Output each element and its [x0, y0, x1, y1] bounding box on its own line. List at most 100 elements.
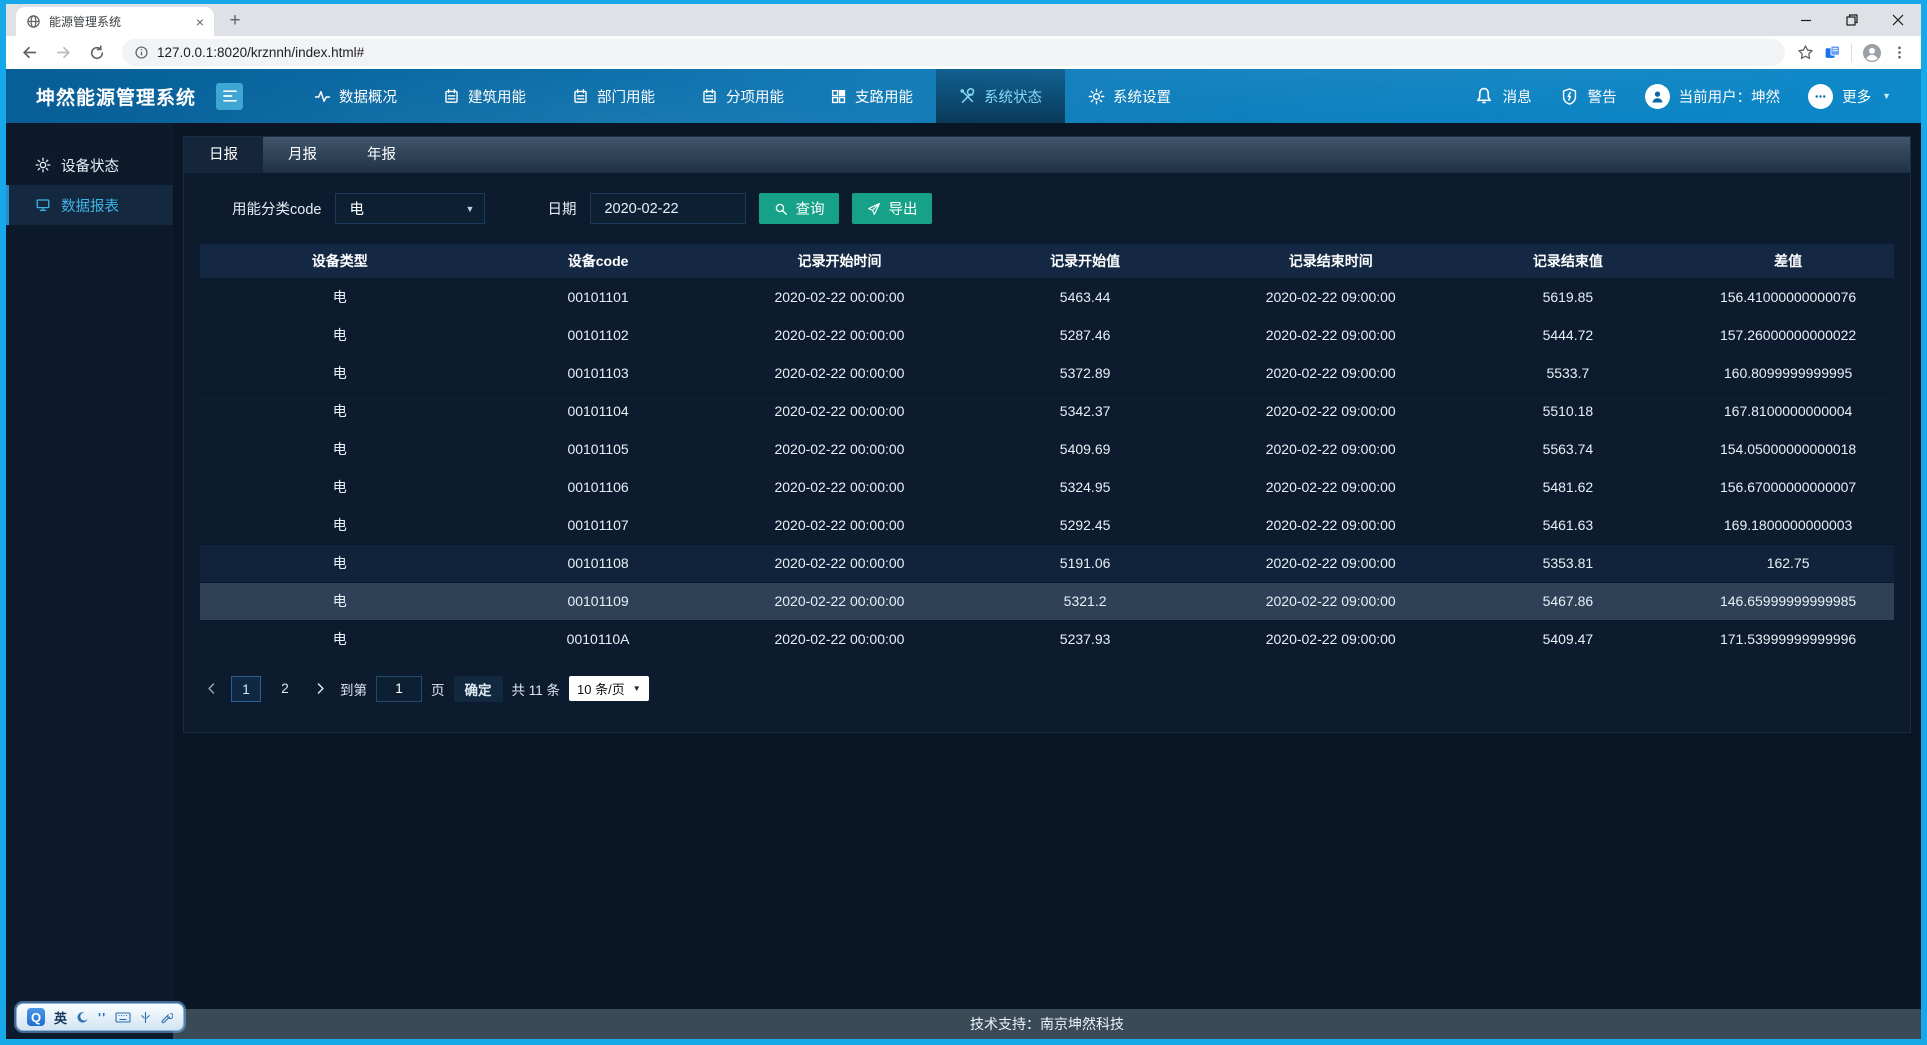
footer-text: 技术支持：南京坤然科技: [970, 1014, 1124, 1034]
extension-icon[interactable]: [1824, 44, 1841, 61]
table-cell: 5467.86: [1454, 582, 1683, 620]
table-cell: 电: [200, 430, 480, 468]
sidebar-toggle-button[interactable]: [216, 83, 243, 110]
browser-tab[interactable]: 能源管理系统 ×: [16, 7, 214, 36]
wrench-icon[interactable]: [160, 1011, 173, 1024]
menu-item-system-status[interactable]: 系统状态: [936, 69, 1065, 123]
current-user-label: 当前用户：坤然: [1679, 86, 1781, 107]
table-cell: 2020-02-22 00:00:00: [717, 354, 963, 392]
export-button[interactable]: 导出: [852, 193, 932, 224]
table-cell: 电: [200, 278, 480, 316]
grid-squares-icon: [830, 88, 847, 105]
table-row[interactable]: 电001011052020-02-22 00:00:005409.692020-…: [200, 430, 1894, 468]
forward-icon[interactable]: [50, 40, 76, 66]
menu-item-subitem-energy[interactable]: 分项用能: [678, 69, 807, 123]
menu-label: 支路用能: [855, 86, 913, 107]
column-header: 记录结束值: [1454, 244, 1683, 278]
menu-item-department-energy[interactable]: 部门用能: [549, 69, 678, 123]
back-icon[interactable]: [16, 40, 42, 66]
menu-item-data-overview[interactable]: 数据概况: [291, 69, 420, 123]
table-row[interactable]: 电001011062020-02-22 00:00:005324.952020-…: [200, 468, 1894, 506]
alerts-button[interactable]: 警告: [1560, 86, 1617, 107]
globe-icon: [26, 14, 41, 29]
search-button[interactable]: 查询: [759, 193, 839, 224]
table-cell: 5444.72: [1454, 316, 1683, 354]
page-number-2[interactable]: 2: [270, 676, 300, 702]
alerts-label: 警告: [1588, 86, 1617, 107]
clipboard-icon: [701, 88, 718, 105]
goto-page-input[interactable]: [376, 676, 422, 702]
page-number-1[interactable]: 1: [231, 676, 261, 702]
messages-label: 消息: [1503, 86, 1532, 107]
app-title: 坤然能源管理系统: [6, 69, 216, 123]
qq-input-icon[interactable]: Q: [27, 1008, 45, 1026]
table-cell: 146.65999999999985: [1682, 582, 1894, 620]
table-cell: 5321.2: [962, 582, 1208, 620]
menu-label: 建筑用能: [468, 86, 526, 107]
window-close-button[interactable]: [1875, 4, 1921, 36]
window-restore-button[interactable]: [1829, 4, 1875, 36]
keyboard-icon[interactable]: [115, 1011, 131, 1024]
sidebar-item-device-status[interactable]: 设备状态: [6, 145, 173, 185]
table-cell: 2020-02-22 00:00:00: [717, 316, 963, 354]
bookmark-star-icon[interactable]: [1797, 44, 1814, 61]
menu-item-building-energy[interactable]: 建筑用能: [420, 69, 549, 123]
sidebar-item-data-report[interactable]: 数据报表: [6, 185, 173, 225]
new-tab-button[interactable]: +: [222, 8, 248, 34]
language-mode-label[interactable]: 英: [54, 1008, 67, 1027]
table-cell: 2020-02-22 09:00:00: [1208, 582, 1454, 620]
table-cell: 00101109: [480, 582, 717, 620]
messages-button[interactable]: 消息: [1474, 86, 1532, 107]
menu-item-system-settings[interactable]: 系统设置: [1065, 69, 1194, 123]
mode-toggle-icon[interactable]: [140, 1011, 151, 1024]
table-cell: 2020-02-22 09:00:00: [1208, 430, 1454, 468]
page-size-select[interactable]: 10 条/页 ▼: [569, 676, 649, 701]
more-button[interactable]: 更多 ▼: [1808, 84, 1891, 109]
table-cell: 5563.74: [1454, 430, 1683, 468]
tab-close-icon[interactable]: ×: [196, 14, 204, 30]
tab-yearly-report[interactable]: 年报: [342, 137, 421, 173]
table-cell: 2020-02-22 00:00:00: [717, 620, 963, 658]
sidebar-item-label: 数据报表: [61, 195, 119, 216]
prev-page-icon[interactable]: [200, 676, 222, 702]
pagination: 1 2 到第 页 确定 共 11 条 10 条/页 ▼: [200, 676, 1894, 702]
table-cell: 电: [200, 468, 480, 506]
site-info-icon[interactable]: [134, 45, 149, 60]
menu-item-branch-energy[interactable]: 支路用能: [807, 69, 936, 123]
date-input[interactable]: [590, 193, 746, 224]
page-unit-label: 页: [431, 679, 445, 699]
next-page-icon[interactable]: [309, 676, 331, 702]
table-cell: 156.41000000000076: [1682, 278, 1894, 316]
table-row[interactable]: 电001011042020-02-22 00:00:005342.372020-…: [200, 392, 1894, 430]
toolbar-divider: [1851, 44, 1852, 62]
reload-icon[interactable]: [84, 40, 110, 66]
table-cell: 00101103: [480, 354, 717, 392]
table-row[interactable]: 电0010110A2020-02-22 00:00:005237.932020-…: [200, 620, 1894, 658]
browser-menu-icon[interactable]: [1892, 45, 1907, 60]
table-row[interactable]: 电001011092020-02-22 00:00:005321.22020-0…: [200, 582, 1894, 620]
table-row[interactable]: 电001011012020-02-22 00:00:005463.442020-…: [200, 278, 1894, 316]
table-cell: 00101108: [480, 544, 717, 582]
punctuation-icon[interactable]: '': [98, 1010, 106, 1025]
menu-label: 系统状态: [984, 86, 1042, 107]
activity-icon: [314, 88, 331, 105]
tab-monthly-report[interactable]: 月报: [263, 137, 342, 173]
table-row[interactable]: 电001011082020-02-22 00:00:005191.062020-…: [200, 544, 1894, 582]
confirm-button[interactable]: 确定: [454, 676, 503, 702]
main-menu: 数据概况 建筑用能 部门用能: [291, 69, 1194, 123]
ime-toolbar[interactable]: Q 英 '': [16, 1003, 184, 1031]
table-cell: 00101105: [480, 430, 717, 468]
category-select[interactable]: 电 ▼: [335, 193, 485, 224]
table-row[interactable]: 电001011072020-02-22 00:00:005292.452020-…: [200, 506, 1894, 544]
browser-profile-avatar[interactable]: [1862, 43, 1882, 63]
table-row[interactable]: 电001011032020-02-22 00:00:005372.892020-…: [200, 354, 1894, 392]
tab-daily-report[interactable]: 日报: [184, 137, 263, 173]
current-user[interactable]: 当前用户：坤然: [1645, 84, 1781, 109]
clipboard-icon: [572, 88, 589, 105]
table-row[interactable]: 电001011022020-02-22 00:00:005287.462020-…: [200, 316, 1894, 354]
moon-icon[interactable]: [76, 1011, 89, 1024]
address-bar[interactable]: 127.0.0.1:8020/krznnh/index.html#: [122, 39, 1785, 66]
window-minimize-button[interactable]: [1783, 4, 1829, 36]
table-cell: 2020-02-22 00:00:00: [717, 506, 963, 544]
export-button-label: 导出: [888, 198, 917, 219]
